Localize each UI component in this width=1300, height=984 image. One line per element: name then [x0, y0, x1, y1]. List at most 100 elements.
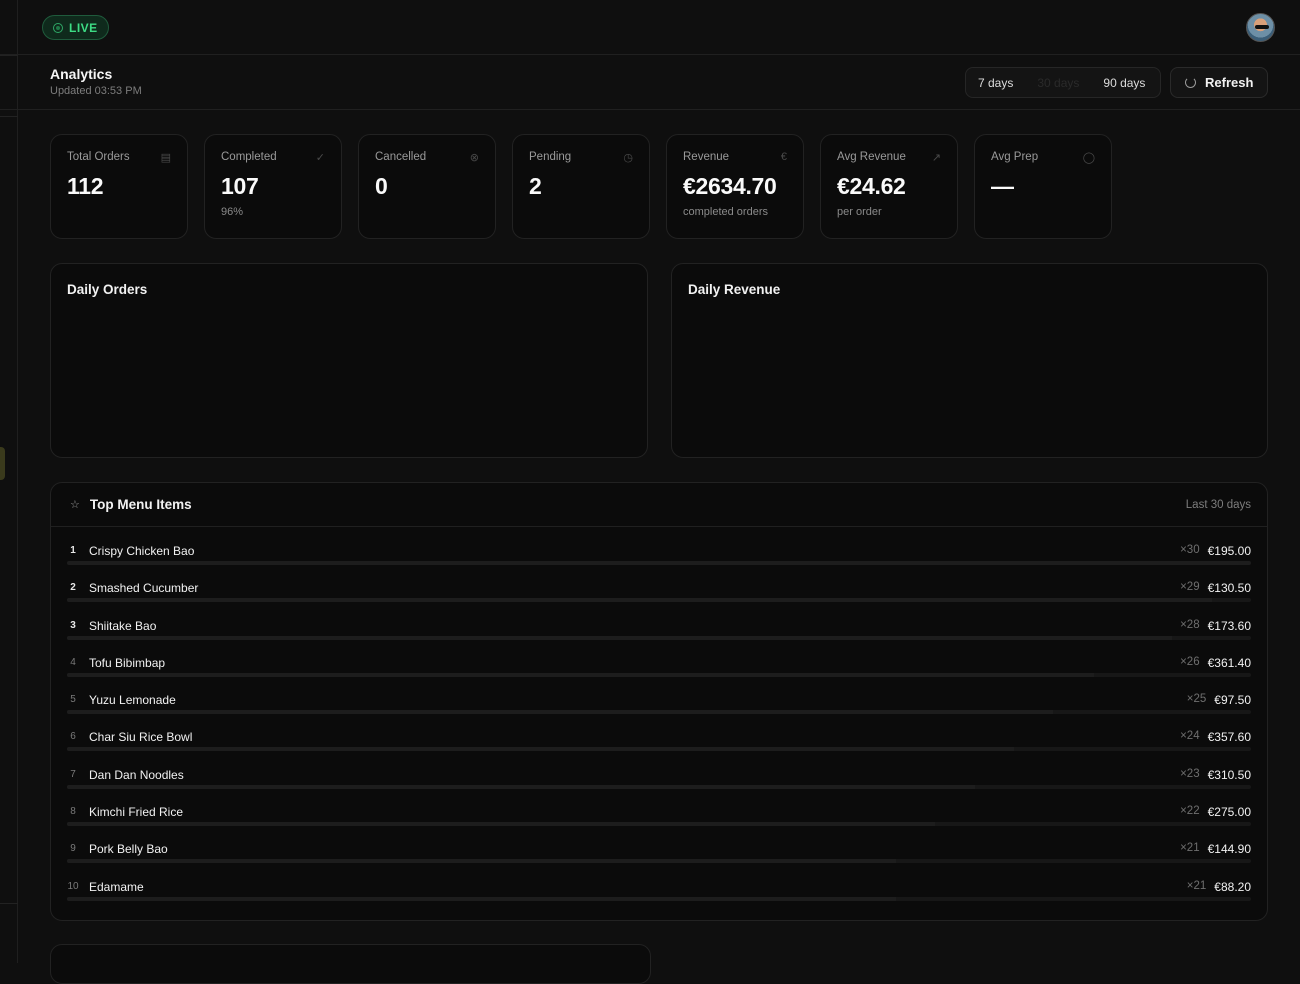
kpi-card-pending: Pending ◷ 2: [512, 134, 650, 239]
panel-title: Top Menu Items: [89, 497, 192, 512]
item-stats: ×21 €88.20: [1187, 880, 1251, 894]
kpi-card-avg-prep: Avg Prep ◯ —: [974, 134, 1112, 239]
live-badge: LIVE: [42, 15, 109, 40]
item-stats: ×23 €310.50: [1180, 768, 1251, 782]
item-quantity: ×29: [1180, 581, 1200, 594]
item-name: Yuzu Lemonade: [89, 693, 176, 708]
item-amount: €88.20: [1214, 879, 1251, 894]
item-share-bar: [67, 896, 1251, 901]
user-avatar-icon[interactable]: [1246, 13, 1275, 42]
top-menu-items-panel: ☆ Top Menu Items Last 30 days 1 Crispy Ch…: [50, 482, 1268, 921]
kpi-card-cancelled: Cancelled ⊗ 0: [358, 134, 496, 239]
list-item[interactable]: 7 Dan Dan Noodles ×23 €310.50: [67, 751, 1251, 789]
kpi-value: 112: [67, 173, 104, 199]
item-quantity: ×21: [1186, 879, 1207, 892]
kpi-card-avg-revenue: Avg Revenue ↗ €24.62 per order: [820, 134, 958, 239]
item-amount: €97.50: [1214, 693, 1251, 708]
item-rank: 2: [70, 582, 76, 594]
item-quantity: ×22: [1180, 805, 1200, 818]
item-quantity: ×23: [1180, 767, 1200, 780]
updated-timestamp: Updated 03:53 PM: [50, 85, 142, 97]
kpi-value: —: [991, 173, 1014, 199]
range-30-days-button[interactable]: 30 days: [1025, 76, 1091, 90]
item-stats: ×25 €97.50: [1187, 693, 1251, 707]
top-bar: LIVE: [0, 0, 1300, 55]
refresh-label: Refresh: [1205, 75, 1254, 90]
kpi-label: Avg Prep: [991, 151, 1039, 163]
kpi-card-completed: Completed ✓ 107 96%: [204, 134, 342, 239]
list-item[interactable]: 3 Shiitake Bao ×28 €173.60: [67, 602, 1251, 640]
chart-title: Daily Orders: [67, 282, 148, 297]
item-rank: 5: [70, 694, 76, 706]
item-stats: ×28 €173.60: [1180, 619, 1251, 633]
kpi-subtext: 96%: [221, 206, 244, 218]
list-item[interactable]: 1 Crispy Chicken Bao ×30 €195.00: [67, 527, 1251, 565]
item-stats: ×24 €357.60: [1180, 730, 1251, 744]
kpi-label: Total Orders: [67, 151, 130, 163]
item-quantity: ×28: [1180, 618, 1200, 631]
receipt-icon: ▤: [160, 152, 171, 164]
top-menu-items-header: ☆ Top Menu Items Last 30 days: [51, 483, 1267, 527]
list-item[interactable]: 10 Edamame ×21 €88.20: [67, 863, 1251, 901]
item-name: Pork Belly Bao: [89, 842, 168, 857]
top-menu-items-list: 1 Crispy Chicken Bao ×30 €195.00 2 Smashed Cu…: [51, 527, 1267, 901]
timer-icon: ◯: [1082, 152, 1095, 164]
item-rank: 10: [67, 880, 79, 892]
item-name: Char Siu Rice Bowl: [89, 730, 193, 745]
sidebar-divider: [0, 116, 18, 117]
list-item[interactable]: 5 Yuzu Lemonade ×25 €97.50: [67, 676, 1251, 715]
item-amount: €310.50: [1207, 767, 1251, 782]
kpi-row: Total Orders ▤ 112 Completed ✓ 107 96% C…: [50, 134, 1112, 239]
item-rank: 1: [70, 545, 76, 556]
chart-title: Daily Revenue: [688, 282, 781, 297]
daily-revenue-chart: Daily Revenue: [671, 263, 1268, 458]
item-rank: 8: [70, 806, 76, 818]
item-quantity: ×26: [1180, 655, 1200, 668]
kpi-value: 2: [529, 173, 542, 199]
page-header: Analytics Updated 03:53 PM 7 days 30 day…: [0, 55, 1300, 110]
item-amount: €195.00: [1207, 544, 1251, 558]
item-amount: €361.40: [1207, 655, 1251, 670]
live-status-icon: [53, 22, 63, 33]
list-item[interactable]: 8 Kimchi Fried Rice ×22 €275.00: [67, 788, 1251, 827]
item-amount: €144.90: [1207, 842, 1251, 857]
item-quantity: ×25: [1186, 693, 1207, 706]
list-item[interactable]: 2 Smashed Cucumber ×29 €130.50: [67, 564, 1251, 603]
list-item[interactable]: 9 Pork Belly Bao ×21 €144.90: [67, 825, 1251, 864]
additional-panel: [50, 944, 651, 984]
item-name: Crispy Chicken Bao: [89, 544, 195, 558]
item-amount: €357.60: [1207, 730, 1251, 745]
check-circle-icon: ✓: [315, 152, 325, 164]
item-share-bar-fill: [67, 896, 896, 901]
item-rank: 9: [70, 843, 76, 855]
refresh-button[interactable]: Refresh: [1170, 67, 1268, 98]
date-range-selector: 7 days 30 days 90 days: [965, 67, 1161, 98]
kpi-card-total-orders: Total Orders ▤ 112: [50, 134, 188, 239]
item-stats: ×22 €275.00: [1180, 805, 1251, 819]
daily-orders-chart: Daily Orders: [50, 263, 648, 458]
clock-icon: ◷: [623, 152, 633, 164]
item-stats: ×21 €144.90: [1180, 842, 1251, 856]
item-name: Tofu Bibimbap: [89, 655, 166, 670]
kpi-label: Pending: [529, 151, 572, 163]
sidebar-active-indicator[interactable]: [0, 447, 5, 480]
x-circle-icon: ⊗: [469, 152, 479, 164]
item-rank: 6: [70, 731, 76, 743]
item-quantity: ×24: [1180, 730, 1200, 743]
kpi-card-revenue: Revenue € €2634.70 completed orders: [666, 134, 804, 239]
item-name: Dan Dan Noodles: [89, 767, 184, 782]
item-name: Smashed Cucumber: [89, 581, 199, 596]
list-item[interactable]: 6 Char Siu Rice Bowl ×24 €357.60: [67, 713, 1251, 752]
star-icon: ☆: [70, 499, 80, 511]
list-item[interactable]: 4 Tofu Bibimbap ×26 €361.40: [67, 639, 1251, 677]
item-amount: €275.00: [1207, 805, 1251, 820]
range-7-days-button[interactable]: 7 days: [966, 76, 1025, 90]
range-90-days-button[interactable]: 90 days: [1091, 76, 1157, 90]
item-amount: €173.60: [1207, 618, 1251, 633]
item-name: Edamame: [89, 879, 144, 894]
item-name: Kimchi Fried Rice: [89, 805, 184, 820]
item-quantity: ×21: [1180, 842, 1200, 855]
kpi-label: Revenue: [683, 151, 730, 163]
kpi-value: 0: [375, 173, 388, 199]
kpi-label: Avg Revenue: [837, 151, 906, 163]
